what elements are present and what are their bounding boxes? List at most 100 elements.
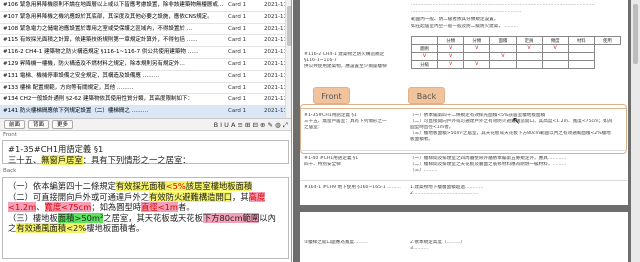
cards-button[interactable]: 背面 (28, 120, 50, 129)
back-highlight: 有效防火避難構造開口 (149, 191, 233, 202)
table-cell: V (463, 44, 491, 53)
preview-page: …………………………………………………………………………………………………………… (300, 0, 628, 205)
table-cell (567, 52, 595, 61)
table-cell: V (463, 60, 491, 69)
table-cell (489, 44, 517, 53)
preview-panel: …………………………………………………………………………………………………………… (293, 0, 640, 262)
back-highlight: 下方80cm範圍 (202, 212, 260, 223)
back-text: （一）依本編第四十二條規定 (8, 181, 116, 191)
preview-card-title: #164-1 #CH9 地下使用 §160~165-1 ……… (304, 185, 401, 190)
back-highlight: 有效通風面積<2% (16, 223, 87, 234)
browser-panel: #106 緊急用昇降機原則不論在地面層以上或以下皆應考慮設置，除非該建築物無樓層… (0, 0, 292, 262)
table-header-cell: 分類 (437, 36, 465, 45)
front-preview-button[interactable]: Front (313, 87, 350, 104)
preview-text: 如在起居室內空—般一般及防二級防火建築， ……… (411, 24, 519, 29)
preview-text: 3.……… (410, 246, 429, 251)
card-type: Card 1 (228, 108, 247, 115)
front-text: 三十五、 (8, 154, 42, 165)
back-text: （二）可直接開向戶外或可通達戶外之 (8, 191, 150, 202)
table-cell (567, 44, 595, 53)
back-field-label: Back (3, 168, 17, 174)
preview-scrollbar-thumb[interactable] (633, 4, 638, 64)
table-cell: V (489, 52, 517, 61)
table-row[interactable]: #116-2 CH4-1 建築物之防火構造規定 §116-1~116-7 供公共… (0, 47, 291, 59)
preview-table-header: 分類 分類 面積 定員 頻度 材料 使用 (410, 36, 622, 45)
front-text: ：具有下列情形之一之居室： (82, 154, 191, 165)
divider (300, 180, 627, 181)
back-text: ；如為圓型時 (91, 202, 142, 213)
card-type: Card 1 (228, 2, 247, 8)
table-cell: 圖例 (410, 44, 439, 53)
card-type: Card 1 (228, 13, 247, 20)
back-text: ，其 (232, 191, 249, 202)
preview-text: ……………………………………………………………… (411, 9, 522, 14)
table-cell: V (437, 44, 465, 53)
card-question: #133 樓梯 配置規範，方向等有關規定，其他 ……… (3, 84, 134, 91)
card-list-scrollbar-thumb[interactable] (287, 6, 291, 46)
table-row[interactable]: #108 緊急電力之儲電池應設置於專用之室或受保護之區域內，不得設置於 … Car… (0, 24, 291, 36)
card-type: Card 1 (228, 49, 247, 56)
card-question: #131 電梯、機械停車設備之安全規定，其構造及設備應 ……… (3, 72, 160, 79)
preview-text: ………………………………………………………………………………………………………… (411, 2, 595, 7)
table-row: 圖例 V V V V (410, 44, 621, 53)
table-row[interactable]: #134 CH2一般設計通則 §2-62 建築物依其使用性質分類，其高度限制如下… (0, 94, 291, 107)
preview-text: 範圍內一般、防二級者依其分類規定設置。 (411, 17, 499, 22)
table-cell: 分級 (410, 60, 439, 69)
preview-scrollbar[interactable] (631, 0, 640, 262)
editor-toolbar: 前面 背面 更多 B I U A ≡ ⊞ ⊟ ⊕ ✎ ◍ ⤢ (0, 118, 291, 131)
table-header-cell: 分類 (463, 36, 491, 45)
card-type: Card 1 (228, 72, 247, 79)
table-row[interactable]: #129 昇降機一樓機，防火構造及不燃材料之規定，除本規則另有規定外… Card … (0, 59, 291, 71)
table-row[interactable]: #107 緊急用昇降機之機坑應設於其底部，其深度及其他必要之設施，應依CNS規定… (0, 12, 291, 24)
front-field[interactable]: #1-35#CH1用語定義 §1 三十五、無窗戶居室：具有下列情形之一之居室： (2, 140, 289, 166)
table-row[interactable]: #131 電梯、機械停車設備之安全規定，其構造及設備應 ……… Card 1 202… (0, 71, 291, 83)
card-type: Card 1 (228, 25, 247, 32)
back-text: 之居室，其天花板或天花板 (103, 212, 203, 223)
preview-answer: （三）……… (410, 168, 438, 173)
more-button[interactable]: 更多 (52, 120, 74, 129)
table-row[interactable]: #115 有效採光面積之計算，依建築技術規則第一章規定計算外，不得包括 …… Ca… (0, 35, 291, 48)
table-cell (541, 52, 569, 61)
table-cell (463, 52, 491, 61)
table-cell (515, 60, 543, 69)
table-header-cell: 使用 (593, 36, 622, 45)
card-question: #129 昇降機一樓機，防火構造及不燃材料之規定，除本規則另有規定外… (3, 60, 185, 67)
format-icons[interactable]: B I U A ≡ ⊞ ⊟ ⊕ ✎ ◍ ⤢ (214, 121, 288, 130)
front-line-2: 三十五、無窗戶居室：具有下列情形之一之居室： (8, 154, 283, 166)
back-para-3: （三）樓地板面積>50m²之居室，其天花板或天花板下方80cm範圍以內之有效通風… (8, 212, 283, 234)
table-row[interactable]: #141 防火樓梯間應依下列規定設置（二）樓梯間之 ……… Card 1 2021-… (0, 106, 291, 118)
card-question: #106 緊急用昇降機原則不論在地面層以上或以下皆應考慮設置，除非該建築物無樓層… (3, 2, 224, 8)
card-question: #141 防火樓梯間應依下列規定設置（二）樓梯間之 ……… (3, 108, 149, 115)
table-cell: V (515, 44, 543, 53)
back-text: 、 (36, 202, 45, 213)
card-list-scrollbar[interactable] (285, 0, 291, 128)
table-row: VVV (410, 52, 621, 61)
table-row[interactable]: #133 樓梯 配置規範，方向等有關規定，其他 ……… Card 1 2021-11 (0, 83, 291, 95)
back-field[interactable]: （一）依本編第四十二條規定有效採光面積<5%該居室樓地板面積 （二）可直接開向戶… (2, 177, 289, 259)
table-header-cell: 面積 (489, 36, 517, 45)
front-highlight: 無窗戶居室 (41, 154, 83, 165)
card-question: #116-2 CH4-1 建築物之防火構造規定 §116-1~116-7 供公共… (3, 49, 199, 56)
card-type: Card 1 (228, 96, 247, 103)
table-cell (489, 60, 517, 69)
card-question: #134 CH2一般設計通則 §2-62 建築物依其使用性質分類，其高度限制如下… (3, 96, 194, 103)
back-highlight: 面積>50m² (57, 212, 104, 223)
back-text: 者。 (178, 202, 195, 213)
back-preview-button[interactable]: Back (408, 87, 445, 104)
back-para-2: （二）可直接開向戶外或可通達戶外之有效防火避難構造開口，其高度<1.2m、寬度<… (8, 191, 283, 213)
table-row[interactable]: #106 緊急用昇降機原則不論在地面層以上或以下皆應考慮設置，除非該建築物無樓層… (0, 0, 291, 12)
preview-text: ②樓梯之開口處應為寬度……… (304, 240, 368, 245)
table-cell (515, 52, 543, 61)
fields-button[interactable]: 前面 (4, 120, 26, 129)
divider (300, 150, 627, 151)
back-highlight: <5% (165, 181, 186, 191)
back-highlight: 寬度<75cm (44, 202, 92, 213)
card-question: #108 緊急電力之儲電池應設置於專用之室或受保護之區域內，不得設置於 … (3, 25, 193, 32)
front-field-label: Front (3, 132, 17, 138)
table-header-cell: 材料 (567, 36, 595, 45)
table-header-cell: 頻度 (541, 36, 569, 45)
preview-table: 分類 分類 面積 定員 頻度 材料 使用 圖例 V V V V V V V 分級 V V (410, 36, 622, 69)
table-row: 分級 V V (410, 60, 621, 69)
table-cell (541, 60, 569, 69)
table-header-cell: 定員 (515, 36, 543, 45)
